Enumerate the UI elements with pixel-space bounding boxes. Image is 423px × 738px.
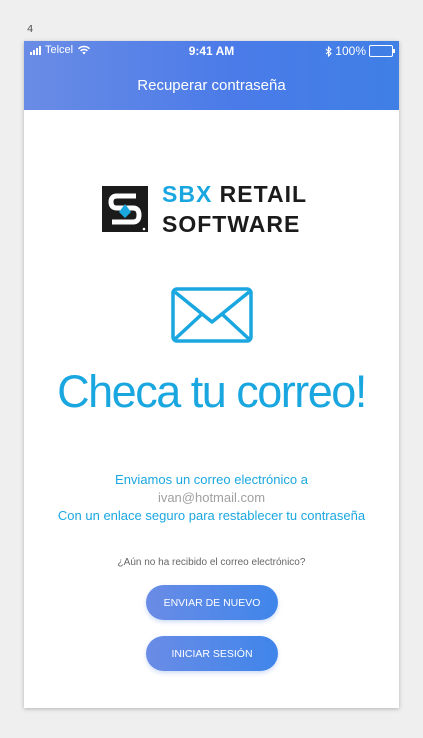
info-line-1: Enviamos un correo electrónico a xyxy=(115,472,308,487)
battery-percent: 100% xyxy=(335,44,366,58)
logo-line-2: SOFTWARE xyxy=(162,211,301,237)
page-title: Recuperar contraseña xyxy=(137,77,286,94)
company-logo: SBX RETAIL SOFTWARE xyxy=(100,179,307,239)
bluetooth-icon xyxy=(325,45,333,57)
headline: Checa tu correo! xyxy=(57,366,367,417)
artboard-label: 4 xyxy=(27,24,34,35)
email-address: ivan@hotmail.com xyxy=(157,490,266,505)
info-message: Enviamos un correo electrónico a ivan@ho… xyxy=(24,471,399,525)
status-bar: Telcel 9:41 AM 100% xyxy=(24,41,399,61)
status-right: 100% xyxy=(325,44,395,58)
logo-retail: RETAIL xyxy=(212,181,308,207)
logo-sbx: SBX xyxy=(162,181,213,207)
logo-line-1: SBX RETAIL xyxy=(162,179,307,209)
battery-icon xyxy=(369,45,395,57)
info-line-3: Con un enlace seguro para restablecer tu… xyxy=(57,508,366,523)
resend-button[interactable]: ENVIAR DE NUEVO xyxy=(146,585,278,620)
logo-text: SBX RETAIL SOFTWARE xyxy=(162,179,307,239)
not-received-question: ¿Aún no ha recibido el correo electrónic… xyxy=(117,557,306,568)
sbx-logo-icon xyxy=(102,186,148,232)
app-header: Telcel 9:41 AM 100% Recuperar contraseña xyxy=(24,41,399,110)
mail-icon xyxy=(171,287,253,343)
login-button[interactable]: INICIAR SESIÓN xyxy=(146,636,278,671)
phone-screen: Telcel 9:41 AM 100% Recuperar contraseña xyxy=(24,41,399,708)
